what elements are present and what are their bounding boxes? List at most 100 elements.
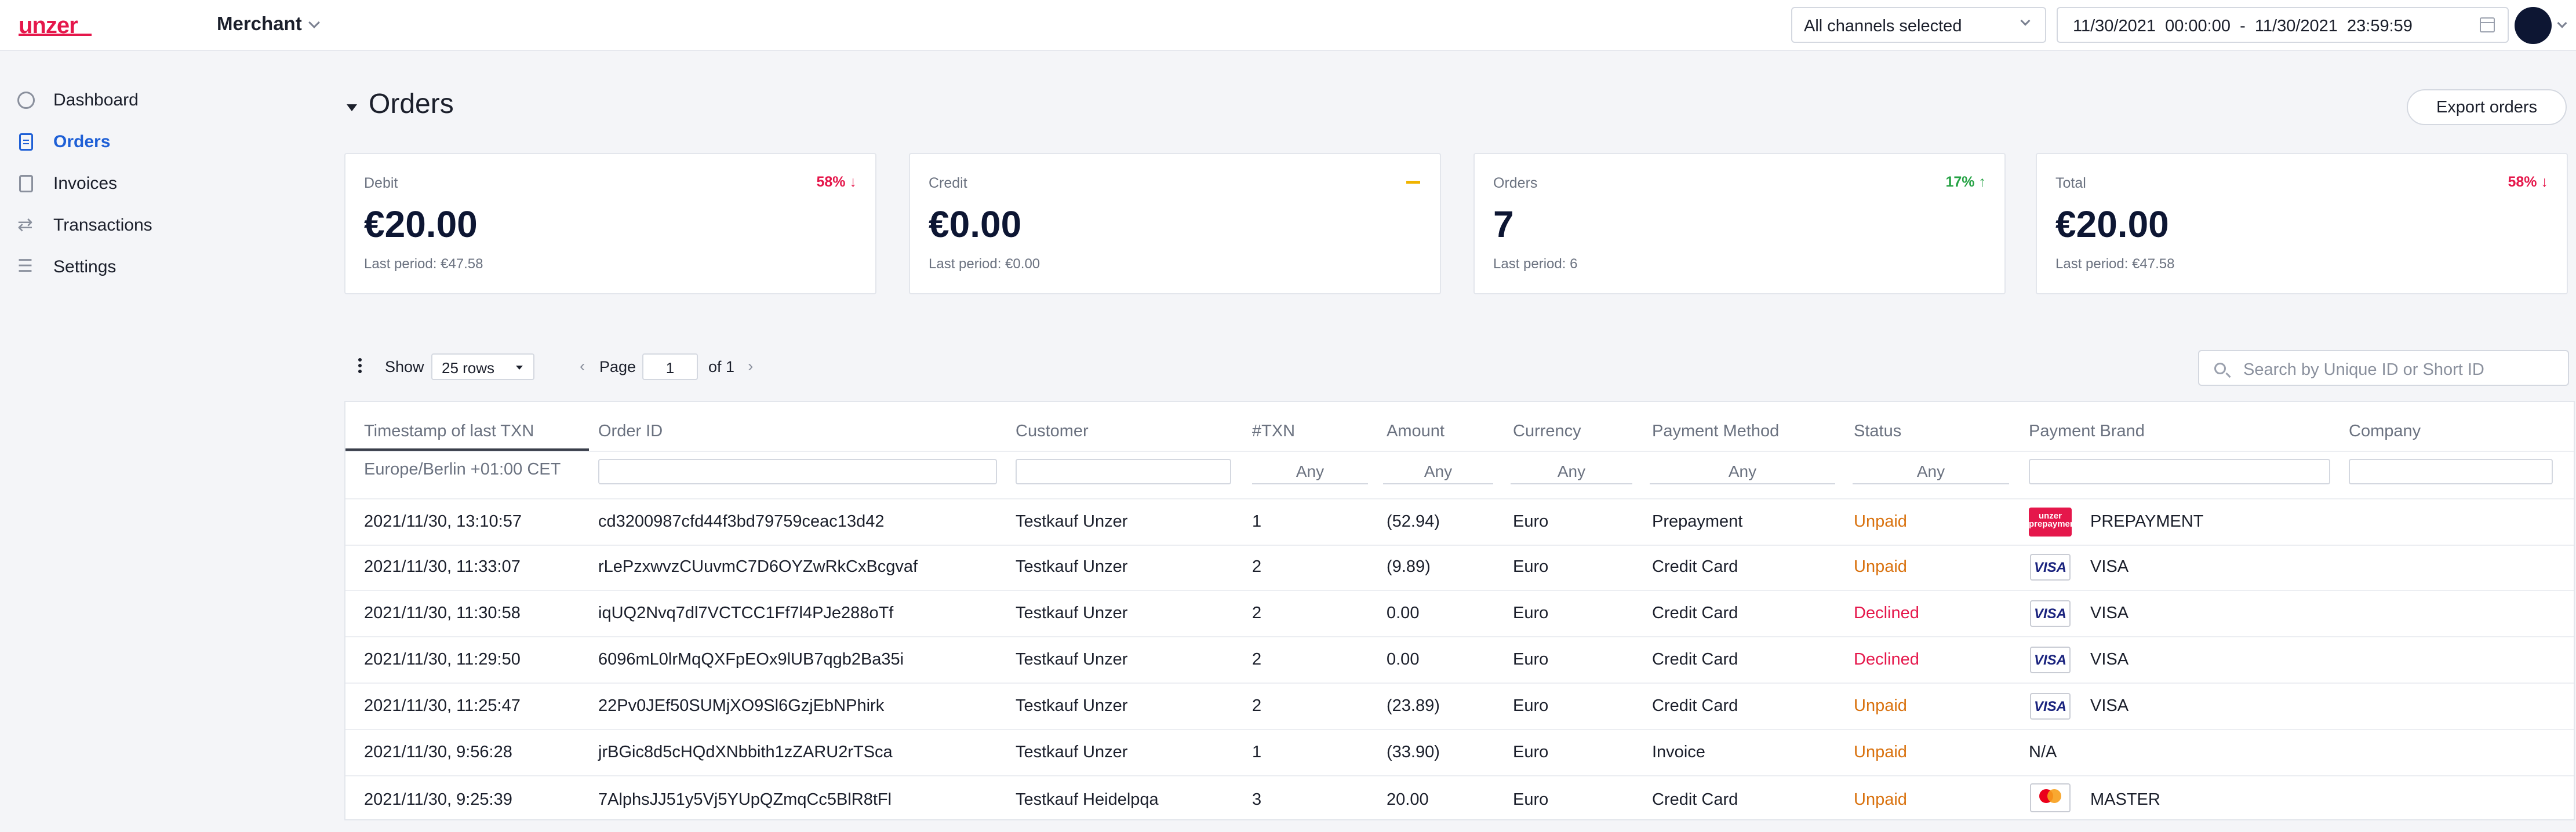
column-header-txn[interactable]: #TXN [1252,422,1295,441]
sidebar-item-invoices[interactable]: Invoices [17,169,117,198]
column-header-company[interactable]: Company [2349,422,2421,441]
cell-order-id[interactable]: rLePzxwvzCUuvmC7D6OYZwRkCxBcgvaf [598,557,918,576]
cell-amount: 20.00 [1387,790,1429,809]
cell-customer: Testkauf Unzer [1016,650,1128,669]
cell-currency: Euro [1513,604,1549,622]
card-trend: 17% ↑ [1945,174,1986,190]
sidebar-item-orders[interactable]: Orders [17,127,110,156]
next-page-icon[interactable]: › [748,357,753,375]
cell-timestamp: 2021/11/30, 9:56:28 [364,743,512,761]
card-last-period: Last period: 6 [1493,256,1578,272]
logo-underline [19,34,92,36]
cell-status: Declined [1854,604,1919,622]
cell-timestamp: 2021/11/30, 13:10:57 [364,512,522,531]
chevron-down-icon[interactable] [2557,18,2567,28]
cell-method: Credit Card [1652,557,1738,576]
cell-amount: (52.94) [1387,512,1440,531]
card-label: Total [2055,175,2086,191]
cell-status: Unpaid [1854,696,1907,715]
cell-method: Credit Card [1652,650,1738,669]
card-value: €0.00 [929,203,1022,245]
page-input[interactable]: 1 [642,353,698,380]
cell-order-id[interactable]: iqUQ2Nvq7dl7VCTCC1Ff7l4PJe288oTf [598,604,893,623]
sidebar-item-settings[interactable]: Settings [17,253,116,282]
avatar[interactable] [2515,7,2552,44]
sidebar-item-label: Invoices [53,174,118,193]
sidebar-item-dashboard[interactable]: Dashboard [17,86,139,115]
cell-amount: (33.90) [1387,743,1440,761]
merchant-label: Merchant [217,13,302,34]
cell-brand: MASTER [2090,790,2160,809]
document-icon [19,133,33,151]
page-label: Page [599,358,636,375]
column-header-payment-method[interactable]: Payment Method [1652,422,1779,441]
cell-status: Unpaid [1854,557,1907,576]
cell-status: Unpaid [1854,790,1907,809]
payment-method-filter[interactable]: Any [1650,459,1835,484]
column-header-timestamp[interactable]: Timestamp of last TXN [364,422,534,441]
filter-divider [345,498,2574,499]
column-header-status[interactable]: Status [1854,422,1901,441]
cell-status: Declined [1854,650,1919,669]
column-header-payment-brand[interactable]: Payment Brand [2029,422,2145,441]
column-header-customer[interactable]: Customer [1016,422,1089,441]
card-last-period: Last period: €47.58 [364,256,483,272]
cell-timestamp: 2021/11/30, 11:33:07 [364,557,521,576]
calendar-icon[interactable] [2480,17,2495,32]
card-value: €20.00 [2055,203,2169,245]
amount-filter[interactable]: Any [1383,459,1493,484]
status-filter[interactable]: Any [1853,459,2009,484]
cell-order-id[interactable]: cd3200987cfd44f3bd79759ceac13d42 [598,512,884,531]
date-separator: - [2240,17,2246,35]
search-input[interactable]: Search by Unique ID or Short ID [2198,350,2569,386]
column-header-amount[interactable]: Amount [1387,422,1445,441]
payment-brand-filter[interactable] [2029,459,2330,484]
cell-timestamp: 2021/11/30, 11:25:47 [364,696,521,715]
cell-currency: Euro [1513,512,1549,531]
visa-logo-icon: VISA [2030,600,2071,627]
cell-currency: Euro [1513,650,1549,669]
row-divider [345,683,2574,684]
cell-method: Credit Card [1652,604,1738,622]
cell-txn: 2 [1252,650,1262,669]
cell-customer: Testkauf Unzer [1016,512,1128,531]
cell-order-id[interactable]: jrBGic8d5cHQdXNbbith1zZARU2rTSca [598,743,893,762]
company-filter[interactable] [2349,459,2553,484]
cell-order-id[interactable]: 22Pv0JEf50SUMjXO9Sl6GzjEbNPhirk [598,696,884,716]
channels-dropdown[interactable]: All channels selected [1791,7,2046,43]
sidebar-item-label: Orders [53,132,111,151]
more-options-icon[interactable] [358,358,362,362]
search-placeholder: Search by Unique ID or Short ID [2243,360,2484,379]
column-header-currency[interactable]: Currency [1513,422,1581,441]
sidebar-item-transactions[interactable]: Transactions [17,211,152,240]
rows-per-page-select[interactable]: 25 rows [431,353,534,380]
cell-timestamp: 2021/11/30, 11:30:58 [364,604,521,622]
column-header-order-id[interactable]: Order ID [598,422,663,441]
card-label: Credit [929,175,967,191]
flat-trend-icon [1406,181,1420,184]
order-id-filter[interactable] [598,459,997,484]
cell-txn: 3 [1252,790,1262,809]
merchant-selector[interactable]: Merchant [217,13,320,35]
cell-method: Credit Card [1652,696,1738,715]
row-divider [345,636,2574,637]
card-trend: 58% ↓ [2508,174,2549,190]
cell-order-id[interactable]: 6096mL0lrMqQXFpEOx9lUB7qgb2Ba35i [598,650,904,669]
date-range-picker[interactable]: 11/30/2021 00:00:00 - 11/30/2021 23:59:5… [2057,7,2509,43]
row-divider [345,545,2574,546]
customer-filter[interactable] [1016,459,1231,484]
card-trend: 58% ↓ [816,174,857,190]
collapse-caret-icon[interactable] [347,104,357,111]
cell-method: Credit Card [1652,790,1738,809]
chevron-down-icon [308,17,320,28]
cell-customer: Testkauf Unzer [1016,696,1128,715]
currency-filter[interactable]: Any [1511,459,1632,484]
previous-page-icon[interactable]: ‹ [580,357,585,375]
txn-filter[interactable]: Any [1252,459,1368,484]
cell-txn: 1 [1252,512,1262,531]
cell-timestamp: 2021/11/30, 9:25:39 [364,790,512,809]
export-orders-button[interactable]: Export orders [2407,89,2567,125]
cell-brand: VISA [2090,604,2129,622]
cell-order-id[interactable]: 7AlphsJJ51y5Vj5YUpQZmqCc5BlR8tFl [598,790,892,809]
search-icon [2214,363,2226,374]
